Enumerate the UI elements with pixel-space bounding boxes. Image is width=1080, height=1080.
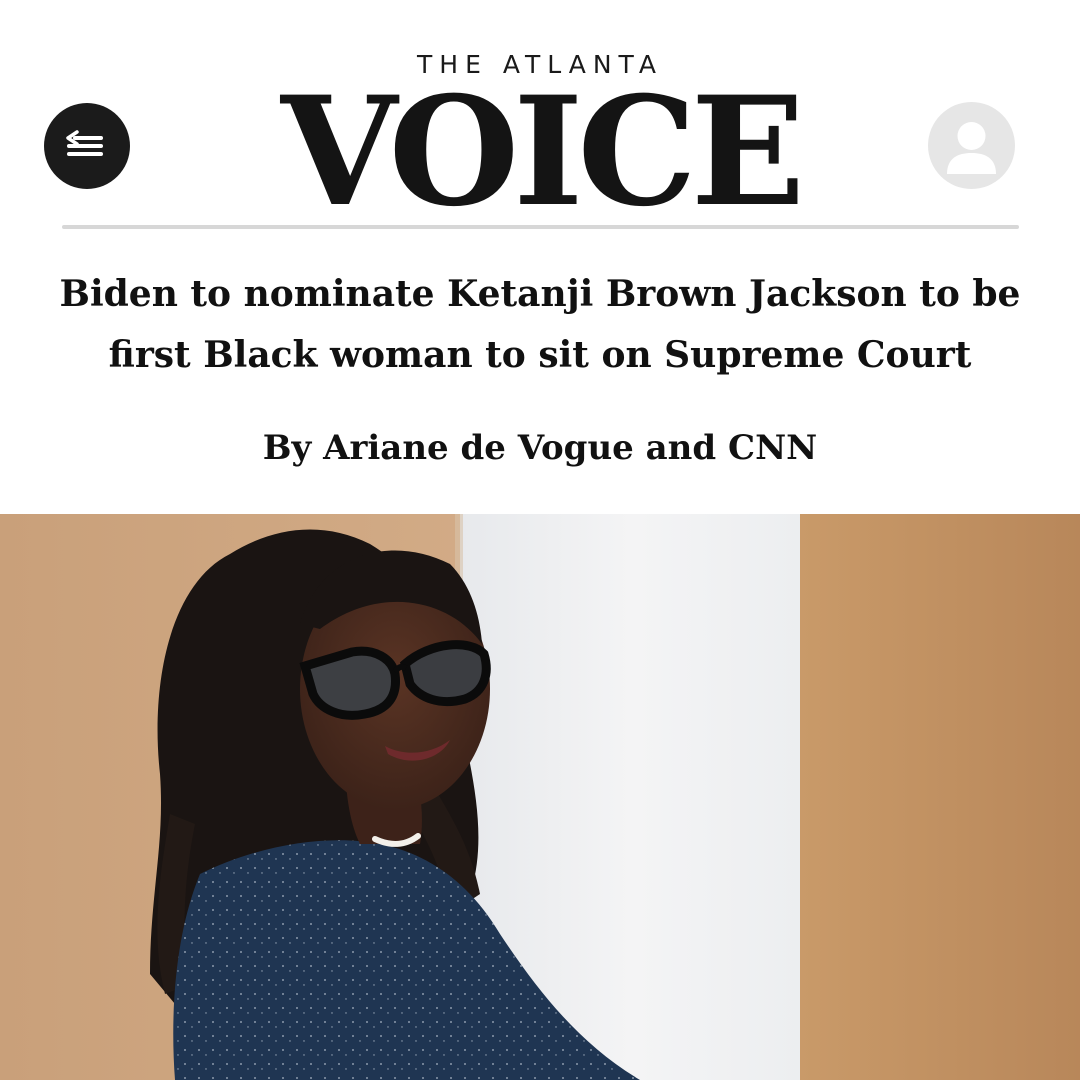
portrait-photo <box>0 514 1080 1080</box>
user-account-icon <box>947 122 996 174</box>
site-header: THE ATLANTA VOICE <box>0 0 1080 240</box>
article-headline[interactable]: Biden to nominate Ketanji Brown Jackson … <box>30 264 1050 386</box>
account-button[interactable] <box>928 102 1015 189</box>
header-divider <box>62 225 1019 229</box>
masthead-logo[interactable]: VOICE <box>0 66 1080 239</box>
article-byline: By Ariane de Vogue and CNN <box>262 428 818 468</box>
